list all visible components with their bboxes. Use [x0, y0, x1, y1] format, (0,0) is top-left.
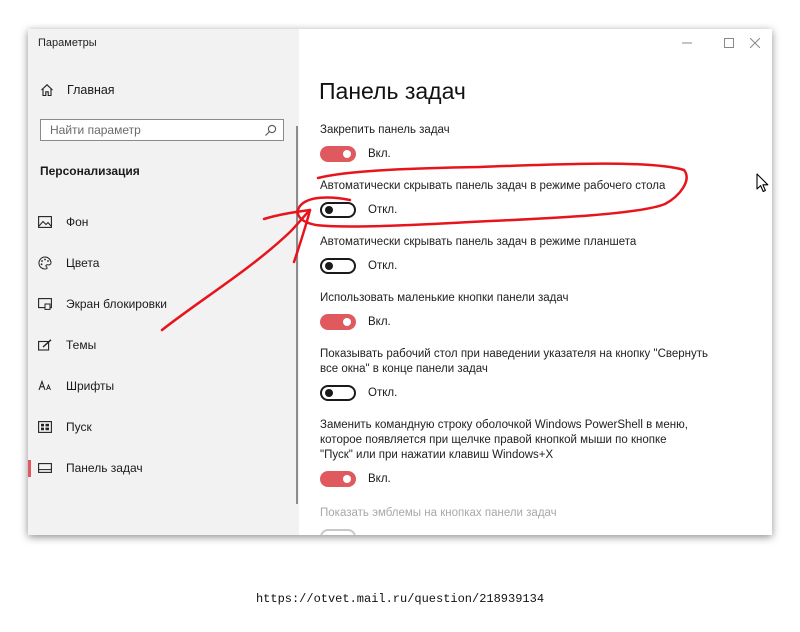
- sidebar-item-label: Панель задач: [66, 461, 143, 475]
- section-title: Персонализация: [40, 164, 140, 178]
- toggle-state: Откл.: [368, 387, 398, 399]
- themes-icon: [38, 338, 52, 352]
- toggle-state: Вкл.: [368, 148, 391, 160]
- sidebar-scrollbar[interactable]: [296, 126, 298, 504]
- close-button[interactable]: [750, 29, 772, 57]
- minimize-button[interactable]: [666, 29, 708, 57]
- toggle-state: Вкл.: [368, 316, 391, 328]
- lock-screen-icon: [38, 297, 52, 311]
- setting-label: Заменить командную строку оболочкой Wind…: [320, 419, 688, 461]
- sidebar-item-taskbar[interactable]: Панель задач: [28, 450, 299, 486]
- sidebar-item-background[interactable]: Фон: [28, 204, 299, 240]
- setting-autohide-desktop: Автоматически скрывать панель задач в ре…: [320, 179, 700, 218]
- taskbar-icon: [38, 461, 52, 475]
- setting-powershell: Заменить командную строку оболочкой Wind…: [320, 418, 696, 487]
- sidebar-item-colors[interactable]: Цвета: [28, 245, 299, 281]
- toggle-state: Откл.: [368, 204, 398, 216]
- image-icon: [38, 215, 52, 229]
- search-icon[interactable]: [264, 124, 277, 137]
- sidebar-item-label: Темы: [66, 338, 97, 352]
- toggle-state: Вкл.: [368, 473, 391, 485]
- fonts-icon: [38, 379, 52, 393]
- sidebar-item-label: Фон: [66, 215, 89, 229]
- start-icon: [38, 420, 52, 434]
- maximize-icon: [724, 38, 734, 48]
- toggle-switch[interactable]: [320, 146, 356, 162]
- search-box[interactable]: [40, 119, 284, 141]
- setting-label: Автоматически скрывать панель задач в ре…: [320, 180, 666, 192]
- sidebar-item-label: Шрифты: [66, 379, 115, 393]
- sidebar-item-themes[interactable]: Темы: [28, 327, 299, 363]
- setting-label: Закрепить панель задач: [320, 124, 450, 136]
- setting-label: Показать эмблемы на кнопках панели задач: [320, 507, 557, 519]
- toggle-switch[interactable]: [320, 385, 356, 401]
- minimize-icon: [682, 42, 692, 44]
- sidebar-item-lock-screen[interactable]: Экран блокировки: [28, 286, 299, 322]
- setting-peek-desktop: Показывать рабочий стол при наведении ук…: [320, 347, 710, 401]
- toggle-state: Откл.: [368, 260, 398, 272]
- search-input[interactable]: [50, 123, 250, 137]
- maximize-button[interactable]: [708, 29, 750, 57]
- sidebar: Параметры Главная Персонализация Фон: [28, 29, 299, 535]
- toggle-switch[interactable]: [320, 202, 356, 218]
- mouse-cursor-icon: [756, 173, 769, 193]
- close-icon: [750, 38, 760, 48]
- setting-autohide-tablet: Автоматически скрывать панель задач в ре…: [320, 235, 700, 274]
- toggle-switch: [320, 529, 356, 535]
- setting-small-buttons: Использовать маленькие кнопки панели зад…: [320, 291, 700, 330]
- window-title: Параметры: [38, 37, 97, 49]
- source-url: https://otvet.mail.ru/question/218939134: [255, 592, 545, 606]
- settings-window: Параметры Главная Персонализация Фон: [28, 29, 772, 535]
- setting-show-badges: Показать эмблемы на кнопках панели задач: [320, 506, 700, 535]
- home-label: Главная: [67, 83, 115, 97]
- sidebar-item-label: Экран блокировки: [66, 297, 167, 311]
- setting-lock-taskbar: Закрепить панель задач Вкл.: [320, 123, 700, 162]
- sidebar-item-fonts[interactable]: Шрифты: [28, 368, 299, 404]
- toggle-switch[interactable]: [320, 471, 356, 487]
- setting-label: Использовать маленькие кнопки панели зад…: [320, 292, 569, 304]
- home-link[interactable]: Главная: [40, 83, 115, 97]
- sidebar-item-label: Цвета: [66, 256, 100, 270]
- home-icon: [41, 84, 53, 97]
- sidebar-item-label: Пуск: [66, 420, 92, 434]
- setting-label: Автоматически скрывать панель задач в ре…: [320, 236, 637, 248]
- sidebar-item-start[interactable]: Пуск: [28, 409, 299, 445]
- main-content: Панель задач Закрепить панель задач Вкл.…: [299, 29, 772, 535]
- toggle-switch[interactable]: [320, 258, 356, 274]
- palette-icon: [38, 256, 52, 270]
- setting-label: Показывать рабочий стол при наведении ук…: [320, 348, 709, 375]
- toggle-switch[interactable]: [320, 314, 356, 330]
- page-title: Панель задач: [319, 78, 466, 104]
- caption-buttons: [666, 29, 772, 57]
